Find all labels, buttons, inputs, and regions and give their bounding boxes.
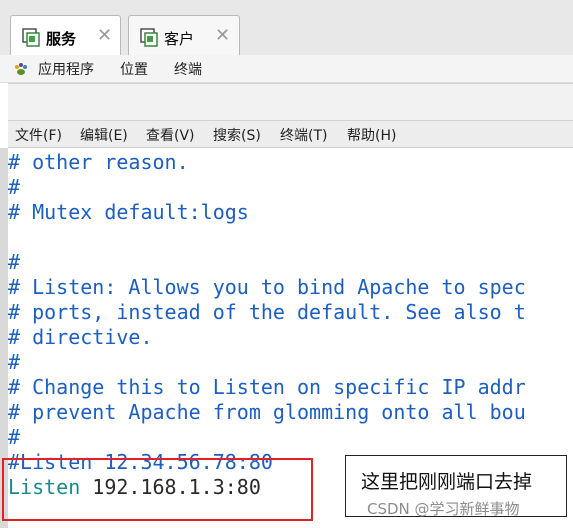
menu-file[interactable]: 文件(F) xyxy=(15,125,62,145)
terminal-line: # ports, instead of the default. See als… xyxy=(8,300,526,324)
toolbar xyxy=(8,83,573,121)
close-icon[interactable]: ✕ xyxy=(97,24,112,48)
terminal-line: # other reason. xyxy=(8,150,189,174)
close-icon[interactable]: ✕ xyxy=(215,24,230,48)
watermark: CSDN @学习新鲜事物 xyxy=(367,500,520,518)
terminal-line: # Change this to Listen on specific IP a… xyxy=(8,375,526,399)
terminal-line: # Mutex default:logs xyxy=(8,200,249,224)
terminal-line: # directive. xyxy=(8,325,153,349)
tab-client-label: 客户 xyxy=(164,30,195,48)
terminal-line: # xyxy=(8,250,21,274)
menu-terminal-t[interactable]: 终端(T) xyxy=(280,125,327,145)
terminal-line: # prevent Apache from glomming onto all … xyxy=(8,400,526,424)
highlight-box xyxy=(2,458,313,521)
terminal-icon xyxy=(21,28,41,48)
menu-search[interactable]: 搜索(S) xyxy=(213,125,261,145)
menu-applications[interactable]: 应用程序 xyxy=(38,59,94,79)
tab-service-label: 服务 xyxy=(46,30,77,48)
terminal-menu-bar: 文件(F) 编辑(E) 查看(V) 搜索(S) 终端(T) 帮助(H) xyxy=(8,121,573,148)
tab-service[interactable]: 服务 ✕ xyxy=(10,15,121,58)
tab-strip: 服务 ✕ 客户 ✕ xyxy=(0,0,573,58)
menu-view[interactable]: 查看(V) xyxy=(146,125,195,145)
terminal-line: # Listen: Allows you to bind Apache to s… xyxy=(8,275,526,299)
menu-places[interactable]: 位置 xyxy=(120,59,148,79)
terminal-icon xyxy=(139,28,159,48)
annotation-text: 这里把刚刚端口去掉 xyxy=(361,471,533,493)
gnome-foot-icon[interactable] xyxy=(14,61,30,75)
menu-terminal[interactable]: 终端 xyxy=(174,59,202,79)
app-menu-bar: 应用程序 位置 终端 xyxy=(0,55,573,83)
terminal-line: # xyxy=(8,350,21,374)
tab-client[interactable]: 客户 ✕ xyxy=(128,15,240,56)
menu-edit[interactable]: 编辑(E) xyxy=(80,125,128,145)
terminal-line: # xyxy=(8,175,21,199)
menu-help[interactable]: 帮助(H) xyxy=(347,125,396,145)
terminal-line: # xyxy=(8,425,21,449)
